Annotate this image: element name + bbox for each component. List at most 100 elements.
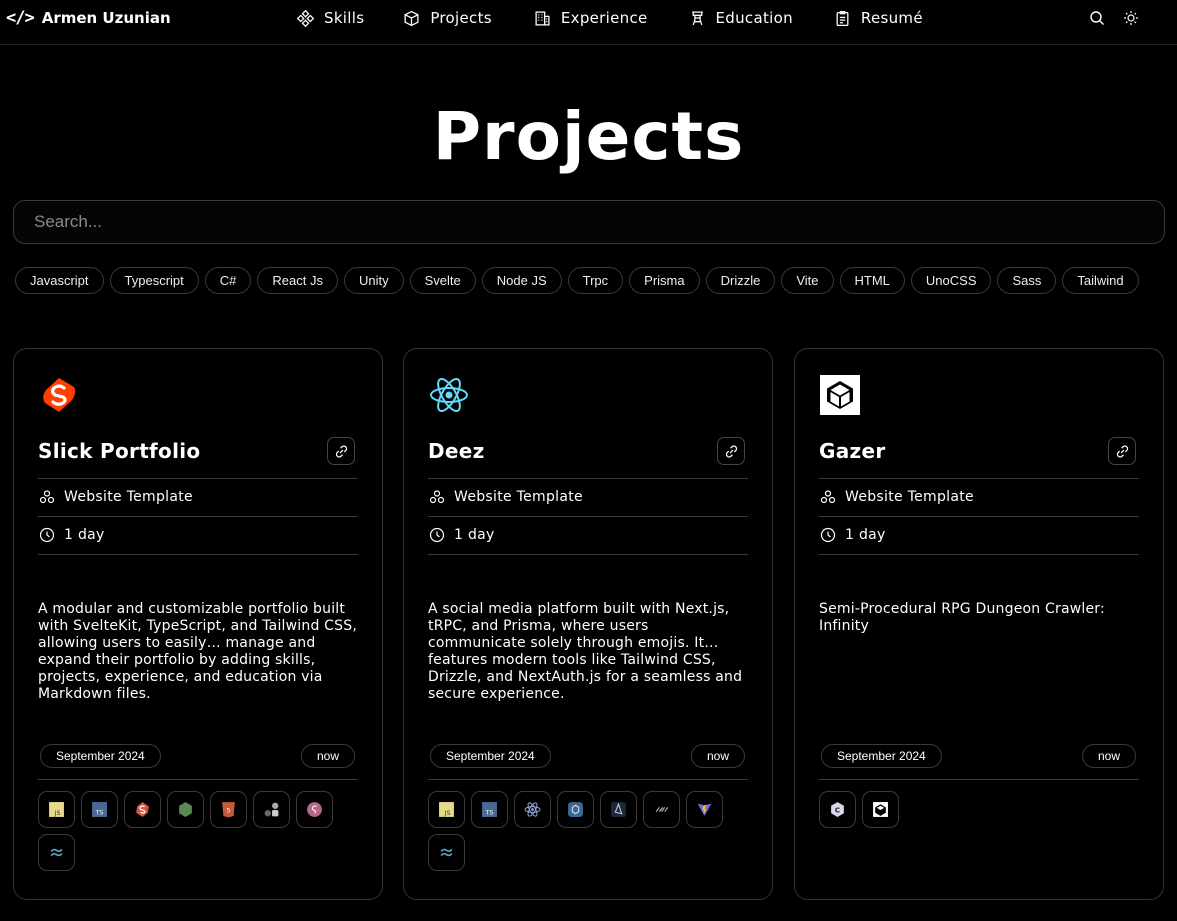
- clock-icon: [820, 527, 836, 543]
- skill-tailwind[interactable]: [38, 834, 75, 871]
- skill-drizzle[interactable]: [643, 791, 680, 828]
- svg-text:5: 5: [226, 807, 230, 815]
- filter-chip-html[interactable]: HTML: [839, 267, 905, 294]
- project-duration-label: 1 day: [64, 527, 105, 543]
- filter-chip-javascript[interactable]: Javascript: [15, 267, 104, 294]
- project-description: A social media platform built with Next.…: [428, 601, 743, 701]
- filter-chip-unity[interactable]: Unity: [343, 267, 404, 294]
- filter-chip-prisma[interactable]: Prisma: [629, 267, 700, 294]
- filter-chip-drizzle[interactable]: Drizzle: [705, 267, 776, 294]
- clock-icon: [39, 527, 55, 543]
- project-duration: 1 day: [429, 527, 495, 543]
- skill-typescript[interactable]: TS: [81, 791, 118, 828]
- search-icon[interactable]: [1089, 10, 1105, 26]
- project-link-button[interactable]: [717, 437, 745, 465]
- project-type: Website Template: [39, 489, 193, 505]
- brand-name: Armen Uzunian: [41, 9, 171, 27]
- svelte-logo-icon: [43, 378, 76, 412]
- filter-chip-trpc[interactable]: Trpc: [567, 267, 624, 294]
- link-icon: [725, 444, 737, 458]
- react-logo-icon: [430, 378, 468, 412]
- divider: [428, 516, 748, 517]
- nav-actions: [1089, 10, 1139, 26]
- tailwind-icon: [50, 848, 63, 857]
- project-type-label: Website Template: [454, 489, 583, 505]
- cube-icon: [404, 10, 419, 26]
- project-card[interactable]: Deez Website Template 1 day A social med…: [403, 348, 773, 900]
- project-skills: JS TS 5: [38, 791, 338, 871]
- project-type-label: Website Template: [845, 489, 974, 505]
- page-title: Projects: [432, 98, 745, 175]
- skill-typescript[interactable]: TS: [471, 791, 508, 828]
- nav-experience[interactable]: Experience: [534, 9, 648, 27]
- unity-logo-icon: [820, 375, 860, 415]
- svg-text:TS: TS: [95, 808, 104, 816]
- nav-skills-label: Skills: [324, 9, 365, 27]
- project-link-button[interactable]: [1108, 437, 1136, 465]
- project-duration-label: 1 day: [845, 527, 886, 543]
- project-card[interactable]: Gazer Website Template 1 day Semi-Proced…: [794, 348, 1164, 900]
- project-skills: C: [819, 791, 1119, 828]
- nav-resume-label: Resumé: [860, 9, 923, 27]
- project-description: Semi-Procedural RPG Dungeon Crawler: Inf…: [819, 601, 1105, 634]
- nav-skills[interactable]: Skills: [297, 9, 364, 27]
- skill-html[interactable]: 5: [210, 791, 247, 828]
- divider: [428, 478, 748, 479]
- divider: [819, 516, 1139, 517]
- divider: [428, 554, 748, 555]
- divider: [38, 554, 358, 555]
- skill-javascript[interactable]: JS: [428, 791, 465, 828]
- skill-sass[interactable]: [296, 791, 333, 828]
- svelte-icon: [136, 802, 149, 817]
- drizzle-icon: [655, 806, 669, 813]
- filter-chip-unocss[interactable]: UnoCSS: [910, 267, 992, 294]
- project-end-date: now: [300, 744, 355, 768]
- project-type: Website Template: [429, 489, 583, 505]
- react-icon: [524, 802, 541, 817]
- skill-javascript[interactable]: JS: [38, 791, 75, 828]
- prisma-icon: [611, 802, 626, 817]
- skill-prisma[interactable]: [600, 791, 637, 828]
- skill-csharp[interactable]: C: [819, 791, 856, 828]
- skill-react[interactable]: [514, 791, 551, 828]
- graduation-icon: [691, 10, 703, 25]
- filter-chip-typescript[interactable]: Typescript: [109, 267, 199, 294]
- csharp-icon: C: [831, 802, 844, 817]
- svg-text:TS: TS: [485, 808, 494, 816]
- skill-svelte[interactable]: [124, 791, 161, 828]
- nav-resume[interactable]: Resumé: [834, 9, 923, 27]
- search-input[interactable]: [13, 200, 1165, 244]
- skill-vite[interactable]: [686, 791, 723, 828]
- project-link-button[interactable]: [327, 437, 355, 465]
- unocss-icon: [264, 802, 279, 817]
- filter-chips: Javascript Typescript C# React Js Unity …: [15, 267, 1165, 294]
- project-type: Website Template: [820, 489, 974, 505]
- nav-education[interactable]: Education: [689, 9, 793, 27]
- filter-chip-svelte[interactable]: Svelte: [409, 267, 476, 294]
- top-navbar: </> Armen Uzunian Skills Projects Experi…: [0, 0, 1177, 45]
- divider: [38, 779, 358, 780]
- filter-chip-nodejs[interactable]: Node JS: [481, 267, 562, 294]
- clock-icon: [429, 527, 445, 543]
- skill-unity[interactable]: [862, 791, 899, 828]
- project-start-date: September 2024: [430, 744, 551, 768]
- skill-nodejs[interactable]: [167, 791, 204, 828]
- code-icon: </>: [6, 8, 35, 28]
- filter-chip-sass[interactable]: Sass: [997, 267, 1057, 294]
- filter-chip-react[interactable]: React Js: [257, 267, 338, 294]
- sun-icon[interactable]: [1123, 10, 1139, 26]
- unity-icon: [873, 802, 888, 817]
- project-duration: 1 day: [39, 527, 105, 543]
- skill-trpc[interactable]: [557, 791, 594, 828]
- project-card[interactable]: Slick Portfolio Website Template 1 day A…: [13, 348, 383, 900]
- divider: [819, 554, 1139, 555]
- skill-unocss[interactable]: [253, 791, 290, 828]
- filter-chip-csharp[interactable]: C#: [204, 267, 252, 294]
- brand[interactable]: </> Armen Uzunian: [6, 8, 171, 28]
- divider: [428, 779, 748, 780]
- skill-tailwind[interactable]: [428, 834, 465, 871]
- filter-chip-tailwind[interactable]: Tailwind: [1062, 267, 1139, 294]
- nav-projects[interactable]: Projects: [403, 9, 492, 27]
- vite-icon: [697, 803, 712, 816]
- filter-chip-vite[interactable]: Vite: [781, 267, 834, 294]
